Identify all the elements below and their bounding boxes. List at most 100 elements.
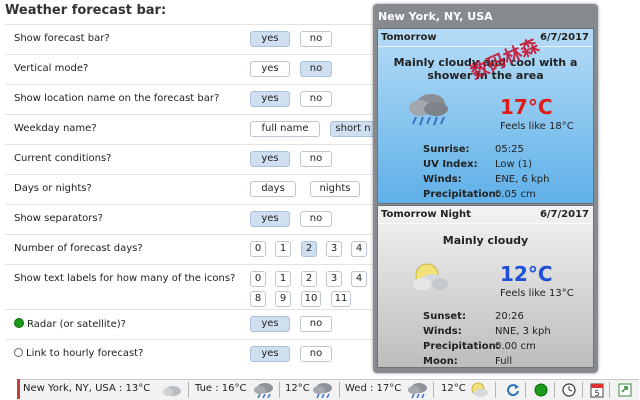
no-button[interactable]: no [300,151,332,167]
detail-key: Sunset: [423,311,466,322]
panel-date: 6/7/2017 [539,209,589,220]
detail-key: Winds: [423,174,462,185]
count-0-button[interactable]: 0 [250,241,266,257]
option-label: Show forecast bar? [14,33,110,44]
option-row: Show forecast bar? yes no [5,24,375,55]
refresh-icon[interactable] [506,383,520,397]
forecast-temperature: 12°C [500,262,553,286]
option-row: Weekday name? full name short n [5,114,376,145]
option-row: Show text labels for how many of the ico… [5,264,375,310]
no-button[interactable]: no [300,31,332,47]
yes-button[interactable]: yes [250,91,290,107]
full-name-button[interactable]: full name [250,121,320,137]
yes-button[interactable]: yes [250,31,290,47]
count-3-button[interactable]: 3 [326,241,342,257]
option-row: Show location name on the forecast bar? … [5,84,375,115]
yes-button[interactable]: yes [250,61,290,77]
night-forecast-panel: Tomorrow Night 6/7/2017 Mainly cloudy 12… [377,205,594,368]
cloud-icon [163,386,181,396]
bar-night-1[interactable]: 12°C [285,383,310,394]
detail-value: Low (1) [495,159,533,170]
option-label: Vertical mode? [14,63,89,74]
yes-button[interactable]: yes [250,211,290,227]
labels-8-button[interactable]: 8 [250,291,266,307]
labels-0-button[interactable]: 0 [250,271,266,287]
detail-value: Full [495,356,513,367]
option-label: Link to hourly forecast? [14,348,143,359]
popup-location: New York, NY, USA [378,10,493,23]
cloud-rain-icon [408,383,427,398]
feels-like: Feels like 13°C [500,288,574,299]
detail-value: 0.05 cm [495,189,536,200]
no-button[interactable]: no [300,91,332,107]
panel-date: 6/7/2017 [539,32,589,43]
panel-title: Tomorrow Night [381,209,471,220]
detail-key: Moon: [423,356,458,367]
yes-button[interactable]: yes [250,346,290,362]
labels-9-button[interactable]: 9 [275,291,291,307]
nights-button[interactable]: nights [310,181,360,197]
calendar-day-number: 5 [594,389,599,398]
forecast-bar[interactable]: New York, NY, USA : 13°C Tue : 16°C 12°C… [17,379,639,400]
labels-1-button[interactable]: 1 [275,271,291,287]
count-1-button[interactable]: 1 [275,241,291,257]
detail-key: Winds: [423,326,462,337]
count-2-button[interactable]: 2 [301,241,317,257]
option-label: Number of forecast days? [14,243,143,254]
detail-key: UV Index: [423,159,478,170]
no-button[interactable]: no [300,61,332,77]
hourly-dot-icon [14,348,23,357]
count-4-button[interactable]: 4 [351,241,367,257]
bar-day-1[interactable]: Tue : 16°C [195,383,247,394]
no-button[interactable]: no [300,211,332,227]
labels-3-button[interactable]: 3 [326,271,342,287]
clock-icon[interactable] [562,383,576,397]
cloud-rain-icon [313,383,332,398]
option-label: Show separators? [14,213,103,224]
option-row: Number of forecast days? 0 1 2 3 4 [5,234,375,265]
option-label: Show text labels for how many of the ico… [14,273,236,284]
short-name-button[interactable]: short n [330,121,376,137]
detail-value: ENE, 6 kph [495,174,550,185]
option-row: Days or nights? days nights [5,174,375,205]
calendar-icon[interactable]: 5 [590,382,604,398]
page-title: Weather forecast bar: [5,3,167,18]
export-icon[interactable] [618,383,632,397]
labels-11-button[interactable]: 11 [331,291,351,307]
radar-dot-icon [14,318,24,328]
radar-icon[interactable] [534,383,548,397]
bar-location-current[interactable]: New York, NY, USA : 13°C [23,383,150,394]
yes-button[interactable]: yes [250,316,290,332]
detail-key: Sunrise: [423,144,470,155]
days-button[interactable]: days [250,181,296,197]
option-label: Show location name on the forecast bar? [14,93,220,104]
labels-10-button[interactable]: 10 [301,291,321,307]
partly-cloudy-night-icon [471,382,488,397]
feels-like: Feels like 18°C [500,121,574,132]
labels-2-button[interactable]: 2 [301,271,317,287]
forecast-popup: New York, NY, USA Tomorrow 6/7/2017 Main… [373,4,598,373]
detail-value: 0.00 cm [495,341,536,352]
cloud-rain-icon [254,383,273,398]
no-button[interactable]: no [300,346,332,362]
bar-night-2[interactable]: 12°C [441,383,466,394]
yes-button[interactable]: yes [250,151,290,167]
option-row: Link to hourly forecast? yes no [5,339,375,370]
detail-value: NNE, 3 kph [495,326,551,337]
partly-cloudy-night-icon [413,263,448,290]
option-row: Show separators? yes no [5,204,375,235]
cloud-rain-icon [409,94,448,126]
bar-left-edge [17,379,20,399]
option-label: Current conditions? [14,153,112,164]
option-row: Vertical mode? yes no [5,54,375,85]
option-row: Current conditions? yes no [5,144,375,175]
option-label: Days or nights? [14,183,92,194]
detail-key: Precipitation: [423,189,500,200]
labels-4-button[interactable]: 4 [351,271,367,287]
forecast-temperature: 17°C [500,95,553,119]
detail-key: Precipitation: [423,341,500,352]
no-button[interactable]: no [300,316,332,332]
option-label: Radar (or satellite)? [14,318,126,330]
bar-day-2[interactable]: Wed : 17°C [345,383,401,394]
panel-title: Tomorrow [381,32,437,43]
